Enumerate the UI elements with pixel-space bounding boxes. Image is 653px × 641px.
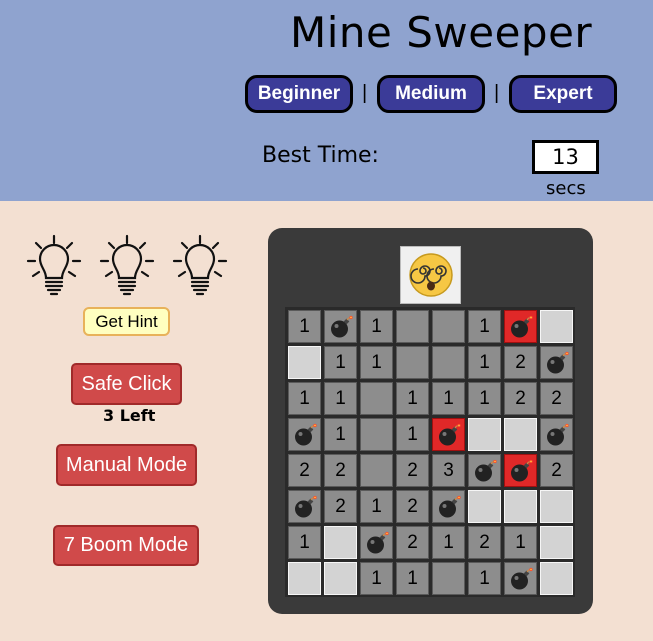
hidden-cell[interactable] <box>324 526 357 559</box>
empty-cell[interactable] <box>360 382 393 415</box>
number-cell[interactable]: 2 <box>324 490 357 523</box>
empty-cell[interactable] <box>360 418 393 451</box>
number-cell[interactable]: 2 <box>396 490 429 523</box>
hidden-cell[interactable] <box>288 346 321 379</box>
hidden-cell[interactable] <box>324 562 357 595</box>
number-cell[interactable]: 1 <box>360 490 393 523</box>
number-cell[interactable]: 2 <box>468 526 501 559</box>
number-cell[interactable]: 1 <box>468 346 501 379</box>
number-cell[interactable]: 1 <box>288 526 321 559</box>
mine-cell[interactable] <box>468 454 501 487</box>
bomb-icon <box>438 495 461 517</box>
exploded-mine-cell[interactable] <box>504 454 537 487</box>
number-cell[interactable]: 1 <box>468 310 501 343</box>
empty-cell[interactable] <box>432 310 465 343</box>
mine-cell[interactable] <box>540 346 573 379</box>
number-cell[interactable]: 2 <box>504 346 537 379</box>
lightbulb-icon[interactable] <box>172 234 228 296</box>
number-cell[interactable]: 2 <box>540 454 573 487</box>
safe-clicks-remaining: 3 Left <box>103 406 156 425</box>
number-cell[interactable]: 1 <box>324 418 357 451</box>
bomb-icon <box>510 459 533 481</box>
bomb-icon <box>294 495 317 517</box>
number-cell[interactable]: 2 <box>504 382 537 415</box>
number-cell[interactable]: 1 <box>468 382 501 415</box>
separator: | <box>494 82 500 104</box>
number-cell[interactable]: 1 <box>360 562 393 595</box>
header: Mine Sweeper Beginner | Medium | Expert … <box>0 0 653 201</box>
best-time-label: Best Time: <box>262 143 379 168</box>
number-cell[interactable]: 2 <box>396 454 429 487</box>
bomb-icon <box>330 315 353 337</box>
bomb-icon <box>438 423 461 445</box>
number-cell[interactable]: 2 <box>540 382 573 415</box>
expert-button[interactable]: Expert <box>509 75 617 113</box>
number-cell[interactable]: 1 <box>396 562 429 595</box>
hidden-cell[interactable] <box>540 490 573 523</box>
bomb-icon <box>546 351 569 373</box>
mine-cell[interactable] <box>504 562 537 595</box>
number-cell[interactable]: 1 <box>504 526 537 559</box>
empty-cell[interactable] <box>432 562 465 595</box>
exploded-mine-cell[interactable] <box>432 418 465 451</box>
number-cell[interactable]: 2 <box>288 454 321 487</box>
best-time-value: 13 <box>532 140 599 174</box>
hidden-cell[interactable] <box>540 526 573 559</box>
page-title: Mine Sweeper <box>290 8 593 57</box>
manual-mode-button[interactable]: Manual Mode <box>56 444 197 486</box>
number-cell[interactable]: 1 <box>468 562 501 595</box>
number-cell[interactable]: 1 <box>432 382 465 415</box>
mine-cell[interactable] <box>432 490 465 523</box>
number-cell[interactable]: 2 <box>324 454 357 487</box>
mine-cell[interactable] <box>360 526 393 559</box>
number-cell[interactable]: 1 <box>360 346 393 379</box>
number-cell[interactable]: 1 <box>396 382 429 415</box>
empty-cell[interactable] <box>432 346 465 379</box>
number-cell[interactable]: 1 <box>288 310 321 343</box>
number-cell[interactable]: 1 <box>360 310 393 343</box>
hidden-cell[interactable] <box>504 490 537 523</box>
bomb-icon <box>510 567 533 589</box>
medium-button[interactable]: Medium <box>377 75 485 113</box>
number-cell[interactable]: 1 <box>324 346 357 379</box>
hidden-cell[interactable] <box>540 310 573 343</box>
empty-cell[interactable] <box>396 346 429 379</box>
empty-cell[interactable] <box>396 310 429 343</box>
bomb-icon <box>510 315 533 337</box>
hidden-cell[interactable] <box>504 418 537 451</box>
mine-cell[interactable] <box>288 418 321 451</box>
mine-cell[interactable] <box>324 310 357 343</box>
bomb-icon <box>546 423 569 445</box>
empty-cell[interactable] <box>360 454 393 487</box>
number-cell[interactable]: 1 <box>396 418 429 451</box>
bomb-icon <box>474 459 497 481</box>
hidden-cell[interactable] <box>468 418 501 451</box>
lightbulb-icon[interactable] <box>26 234 82 296</box>
bomb-icon <box>366 531 389 553</box>
hidden-cell[interactable] <box>540 562 573 595</box>
number-cell[interactable]: 2 <box>396 526 429 559</box>
safe-click-button[interactable]: Safe Click <box>71 363 182 405</box>
beginner-button[interactable]: Beginner <box>245 75 353 113</box>
minefield-grid: 11111121111122112223221212121111 <box>285 307 575 597</box>
dizzy-face-icon <box>408 253 453 297</box>
bomb-icon <box>294 423 317 445</box>
hidden-cell[interactable] <box>288 562 321 595</box>
number-cell[interactable]: 3 <box>432 454 465 487</box>
mine-cell[interactable] <box>540 418 573 451</box>
lightbulb-icon[interactable] <box>99 234 155 296</box>
number-cell[interactable]: 1 <box>288 382 321 415</box>
seven-boom-mode-button[interactable]: 7 Boom Mode <box>53 525 199 566</box>
hidden-cell[interactable] <box>468 490 501 523</box>
get-hint-button[interactable]: Get Hint <box>83 307 170 336</box>
best-time-unit: secs <box>546 178 586 199</box>
mine-cell[interactable] <box>288 490 321 523</box>
exploded-mine-cell[interactable] <box>504 310 537 343</box>
restart-button[interactable] <box>400 246 461 304</box>
separator: | <box>362 82 368 104</box>
number-cell[interactable]: 1 <box>432 526 465 559</box>
number-cell[interactable]: 1 <box>324 382 357 415</box>
